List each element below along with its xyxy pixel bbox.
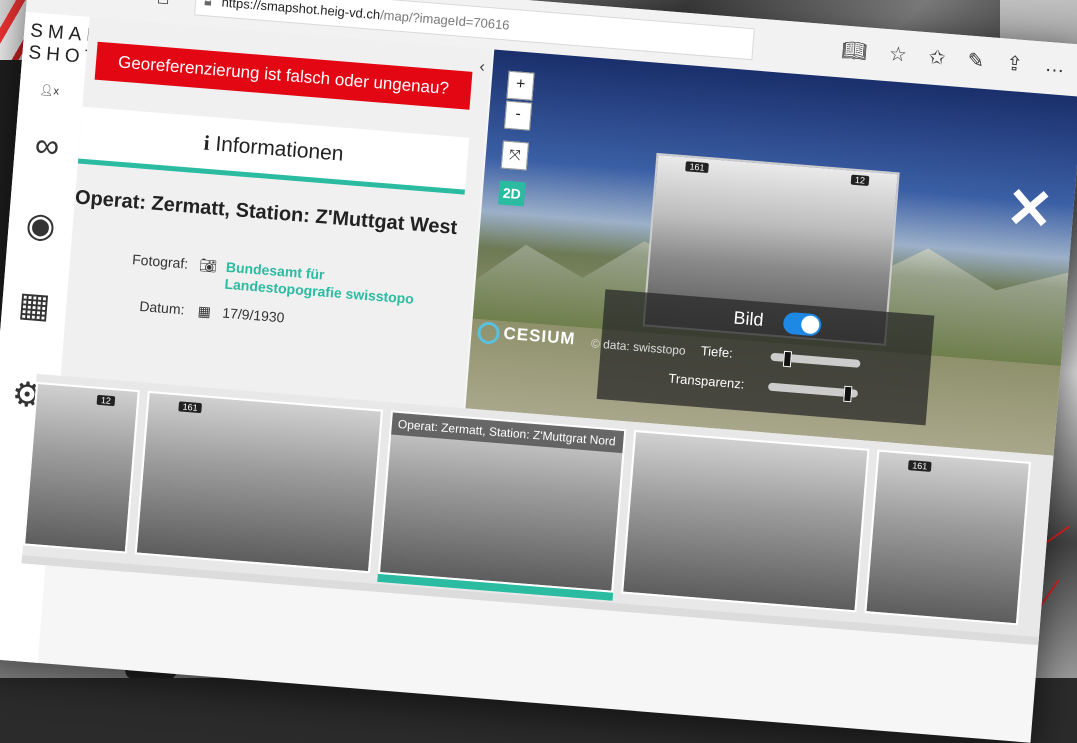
thumbnail-tag: 161 xyxy=(907,460,932,472)
info-icon: i xyxy=(202,130,211,155)
maze-icon[interactable]: ▦ xyxy=(11,282,58,329)
thumbnail-tag: 161 xyxy=(178,401,203,414)
zoom-out-button[interactable]: - xyxy=(504,100,533,131)
url-host: https://smapshot.heig-vd.ch xyxy=(221,0,381,22)
thumbnail[interactable]: 161 xyxy=(134,390,384,574)
camera-map-icon[interactable]: ◉ xyxy=(17,202,64,249)
share-icon[interactable]: ⇪ xyxy=(1005,51,1024,77)
tab-informationen-label: Informationen xyxy=(214,132,345,166)
photographer-label: Fotograf: xyxy=(131,251,189,272)
thumbnail-caption: Operat: Zermatt, Station: Z'Muttgrat Nor… xyxy=(391,412,625,454)
depth-label: Tiefe: xyxy=(700,343,734,361)
station-title: Operat: Zermatt, Station: Z'Muttgat West xyxy=(74,186,459,240)
close-icon[interactable]: ✕ xyxy=(1004,175,1056,242)
thumbnail-tag: 12 xyxy=(96,394,116,407)
date-row: Datum: ▦ 17/9/1930 xyxy=(114,296,285,327)
lock-icon: 🔒︎ xyxy=(204,0,213,9)
thumbnail[interactable]: 161 xyxy=(864,449,1031,626)
binoculars-icon[interactable]: ∞ xyxy=(23,122,70,169)
calendar-icon: ▦ xyxy=(197,302,212,320)
globe-viewer[interactable]: + - ⤧ 2D 161 12 Bild Tiefe: Transparenz: xyxy=(465,49,1077,456)
back-icon[interactable]: ← xyxy=(37,0,75,3)
app-content: SMAP SHOT 👤︎x ∞ ◉ ▦ ⚙ ‹ Georeferenzierun… xyxy=(0,11,1077,743)
favorites-list-icon[interactable]: ✩ xyxy=(928,44,947,70)
depth-slider[interactable] xyxy=(770,350,861,368)
date-value: 17/9/1930 xyxy=(221,304,286,326)
favorite-star-icon[interactable]: ☆ xyxy=(888,41,908,67)
thumbnail[interactable] xyxy=(621,429,870,613)
refresh-icon[interactable]: ↻ xyxy=(109,0,147,8)
overlay-tag: 12 xyxy=(850,174,870,186)
transparency-label: Transparenz: xyxy=(667,370,745,392)
more-icon[interactable]: … xyxy=(1044,54,1066,81)
reading-view-icon[interactable]: 📖︎ xyxy=(841,37,868,64)
photographer-link[interactable]: Bundesamt für Landestopografie swisstopo xyxy=(224,259,446,311)
thumbnail[interactable]: 12 xyxy=(23,381,140,554)
browser-window: ← → ↻ ⌂ 🔒︎ https://smapshot.heig-vd.ch/m… xyxy=(0,0,1077,743)
cesium-ring-icon xyxy=(476,321,501,345)
fullscreen-icon[interactable]: ⤧ xyxy=(500,140,529,171)
zoom-in-button[interactable]: + xyxy=(506,70,535,101)
depth-slider-knob[interactable] xyxy=(782,350,792,368)
browser-actions: 📖︎ ☆ ✩ ✎ ⇪ … xyxy=(841,37,1066,80)
user-icon[interactable]: 👤︎x xyxy=(39,83,59,98)
mode-2d-button[interactable]: 2D xyxy=(497,180,526,207)
pen-icon[interactable]: ✎ xyxy=(966,48,985,74)
transparency-slider[interactable] xyxy=(767,382,859,403)
overlay-tag: 161 xyxy=(685,161,709,174)
report-error-button[interactable]: Georeferenzierung ist falsch oder ungena… xyxy=(94,41,473,110)
cesium-label: CESIUM xyxy=(502,323,577,349)
camera-icon: 📷︎ xyxy=(198,256,218,274)
image-toggle[interactable] xyxy=(782,311,823,337)
date-label: Datum: xyxy=(138,297,186,318)
home-icon[interactable]: ⌂ xyxy=(144,0,182,11)
collapse-panel-icon[interactable]: ‹ xyxy=(479,58,486,76)
image-toggle-label: Bild xyxy=(732,307,765,330)
transparency-slider-knob[interactable] xyxy=(842,385,853,403)
forward-icon[interactable]: → xyxy=(73,0,111,5)
thumbnail-selected[interactable]: Operat: Zermatt, Station: Z'Muttgrat Nor… xyxy=(377,410,627,593)
url-path: /map/?imageId=70616 xyxy=(379,6,511,33)
tab-informationen[interactable]: i Informationen xyxy=(77,106,470,195)
